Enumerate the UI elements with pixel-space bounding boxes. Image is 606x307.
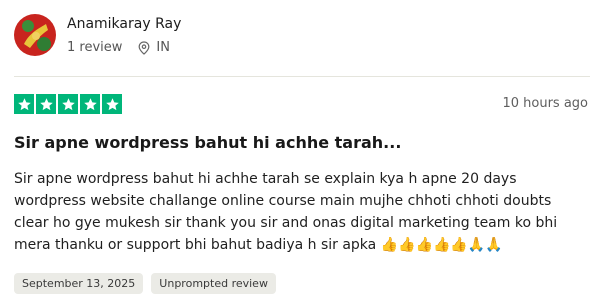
reviewer-meta: 1 review IN xyxy=(67,40,170,55)
star-rating xyxy=(14,94,124,114)
star-icon xyxy=(80,94,100,114)
star-icon xyxy=(36,94,56,114)
review-count: 1 review xyxy=(67,40,123,55)
reviewer-country: IN xyxy=(138,40,170,55)
star-icon xyxy=(14,94,34,114)
star-icon xyxy=(102,94,122,114)
reviewer-avatar[interactable] xyxy=(14,14,56,56)
location-pin-icon xyxy=(139,40,150,55)
date-badge: September 13, 2025 xyxy=(14,273,144,294)
country-code: IN xyxy=(156,40,170,55)
review-time-ago: 10 hours ago xyxy=(502,96,588,111)
review-tags: September 13, 2025 Unprompted review xyxy=(14,273,284,294)
review-title[interactable]: Sir apne wordpress bahut hi achhe tarah.… xyxy=(14,133,401,152)
status-badge[interactable]: Unprompted review xyxy=(151,273,276,294)
divider xyxy=(14,76,590,77)
reviewer-name[interactable]: Anamikaray Ray xyxy=(67,16,181,32)
review-body: Sir apne wordpress bahut hi achhe tarah … xyxy=(14,171,558,253)
star-icon xyxy=(58,94,78,114)
